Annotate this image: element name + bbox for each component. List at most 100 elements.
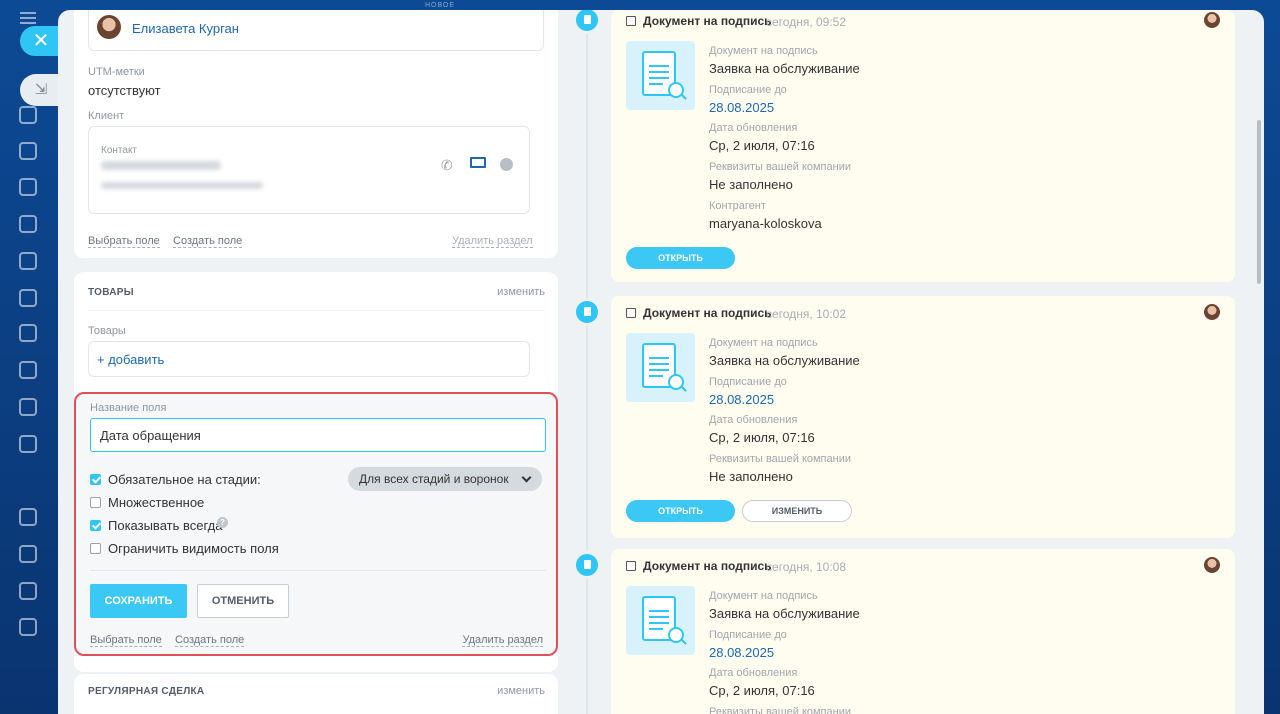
updated-value: Ср, 2 июля, 07:16 (709, 138, 815, 153)
create-field-link[interactable]: Создать поле (173, 235, 243, 248)
products-field-label: Товары (88, 325, 126, 337)
crm-icon[interactable] (19, 178, 37, 196)
field-edit-form: Название поля Дата обращения Обязательно… (74, 392, 558, 656)
tasks-icon[interactable] (19, 106, 37, 124)
close-icon[interactable]: ✕ (20, 26, 58, 56)
doc-type-value: Заявка на обслуживание (709, 606, 860, 621)
document-icon (573, 551, 601, 579)
chat-icon[interactable] (19, 142, 37, 160)
menu-icon[interactable] (20, 12, 36, 24)
open-button[interactable]: ОТКРЫТЬ (626, 247, 735, 269)
doc-type-value: Заявка на обслуживание (709, 353, 860, 368)
doc-type-label: Документ на подпись (709, 45, 818, 57)
select-field-link[interactable]: Выбрать поле (90, 634, 162, 647)
regular-section-title: РЕГУЛЯРНАЯ СДЕЛКА (88, 686, 205, 697)
avatar (1204, 12, 1220, 28)
show-always-label: Показывать всегда (108, 518, 223, 533)
regular-edit-link[interactable]: изменить (497, 685, 545, 697)
marketing-icon[interactable] (19, 545, 37, 563)
timeline-document-card: Документ на подпись сегодня, 10:02 Докум… (611, 296, 1235, 538)
document-checkbox[interactable] (626, 308, 636, 318)
sign-until-label: Подписание до (709, 629, 787, 641)
required-checkbox[interactable] (90, 474, 101, 485)
checklist-icon[interactable] (19, 289, 37, 307)
contact-center-icon[interactable] (19, 361, 37, 379)
document-preview-icon[interactable] (626, 586, 695, 655)
shop-icon[interactable] (19, 508, 37, 526)
document-preview-icon[interactable] (626, 333, 695, 402)
mail-icon[interactable] (19, 435, 37, 453)
timeline-document-card: Документ на подпись сегодня, 09:52 Докум… (611, 10, 1235, 282)
regular-deal-card: РЕГУЛЯРНАЯ СДЕЛКА изменить (74, 674, 558, 714)
doc-type-value: Заявка на обслуживание (709, 61, 860, 76)
scrollbar-thumb[interactable] (1257, 120, 1261, 284)
requisites-label: Реквизиты вашей компании (709, 161, 851, 173)
requisites-label: Реквизиты вашей компании (709, 706, 851, 714)
calendar-icon[interactable] (19, 324, 37, 342)
requisites-label: Реквизиты вашей компании (709, 453, 851, 465)
edit-button[interactable]: ИЗМЕНИТЬ (742, 500, 852, 522)
sign-until-value[interactable]: 28.08.2025 (709, 392, 774, 407)
delete-section-link[interactable]: Удалить раздел (462, 634, 543, 647)
document-icon (573, 10, 601, 34)
multiple-label: Множественное (108, 495, 205, 510)
updated-label: Дата обновления (709, 414, 798, 426)
updated-value: Ср, 2 июля, 07:16 (709, 683, 815, 698)
collapse-icon[interactable]: ⇲ (20, 74, 58, 106)
delete-section-link[interactable]: Удалить раздел (452, 235, 533, 248)
products-add-box[interactable]: + добавить (88, 341, 530, 377)
document-checkbox[interactable] (626, 561, 636, 571)
scrollbar[interactable] (1256, 10, 1264, 714)
users-icon[interactable] (19, 582, 37, 600)
updated-label: Дата обновления (709, 122, 798, 134)
sign-until-value[interactable]: 28.08.2025 (709, 645, 774, 660)
products-edit-link[interactable]: изменить (497, 286, 545, 298)
settings-icon[interactable] (19, 618, 37, 636)
sign-until-value[interactable]: 28.08.2025 (709, 100, 774, 115)
client-label: Клиент (88, 110, 125, 122)
document-icon (573, 298, 601, 326)
stage-select[interactable]: Для всех стадий и воронок (348, 467, 542, 491)
products-section-title: ТОВАРЫ (88, 287, 134, 298)
contact-box: Контакт ✆ (88, 126, 530, 214)
document-title: Документ на подпись (643, 306, 772, 320)
phone-icon[interactable]: ✆ (441, 157, 453, 174)
responsible-name[interactable]: Елизавета Курган (132, 21, 239, 36)
save-button[interactable]: СОХРАНИТЬ (90, 584, 187, 618)
show-always-checkbox[interactable] (90, 520, 101, 531)
open-button[interactable]: ОТКРЫТЬ (626, 500, 735, 522)
updated-value: Ср, 2 июля, 07:16 (709, 430, 815, 445)
chevron-down-icon (521, 472, 532, 483)
chat-icon[interactable] (500, 158, 513, 171)
background-sidebar (0, 0, 58, 714)
document-preview-icon[interactable] (626, 41, 695, 110)
mail-icon[interactable] (470, 157, 486, 168)
responsible-box: Елизавета Курган (88, 10, 544, 51)
limit-visibility-checkbox[interactable] (90, 543, 101, 554)
create-field-link[interactable]: Создать поле (175, 634, 245, 647)
add-product-link[interactable]: + добавить (97, 352, 164, 367)
help-icon[interactable]: ? (217, 517, 228, 528)
requisites-value: Не заполнено (709, 177, 793, 192)
robot-icon[interactable] (19, 398, 37, 416)
deal-slider-panel: Елизавета Курган UTM-метки отсутствуют К… (58, 10, 1264, 714)
multiple-checkbox[interactable] (90, 497, 101, 508)
document-checkbox[interactable] (626, 16, 636, 26)
avatar (1204, 304, 1220, 320)
contact-email-blurred (101, 182, 263, 189)
docs-icon[interactable] (19, 215, 37, 233)
select-field-link[interactable]: Выбрать поле (88, 235, 160, 248)
utm-value: отсутствуют (88, 83, 161, 98)
doc-type-label: Документ на подпись (709, 337, 818, 349)
avatar (97, 15, 121, 39)
sign-until-label: Подписание до (709, 376, 787, 388)
field-name-label: Название поля (90, 402, 167, 414)
timeline-line (586, 10, 588, 714)
document-title: Документ на подпись (643, 14, 772, 28)
cancel-button[interactable]: ОТМЕНИТЬ (197, 584, 289, 618)
field-name-input[interactable]: Дата обращения (90, 418, 546, 452)
required-label: Обязательное на стадии: (108, 472, 261, 487)
counterparty-label: Контрагент (709, 200, 766, 212)
sign-icon[interactable] (19, 252, 37, 270)
client-card: Елизавета Курган UTM-метки отсутствуют К… (74, 10, 558, 258)
